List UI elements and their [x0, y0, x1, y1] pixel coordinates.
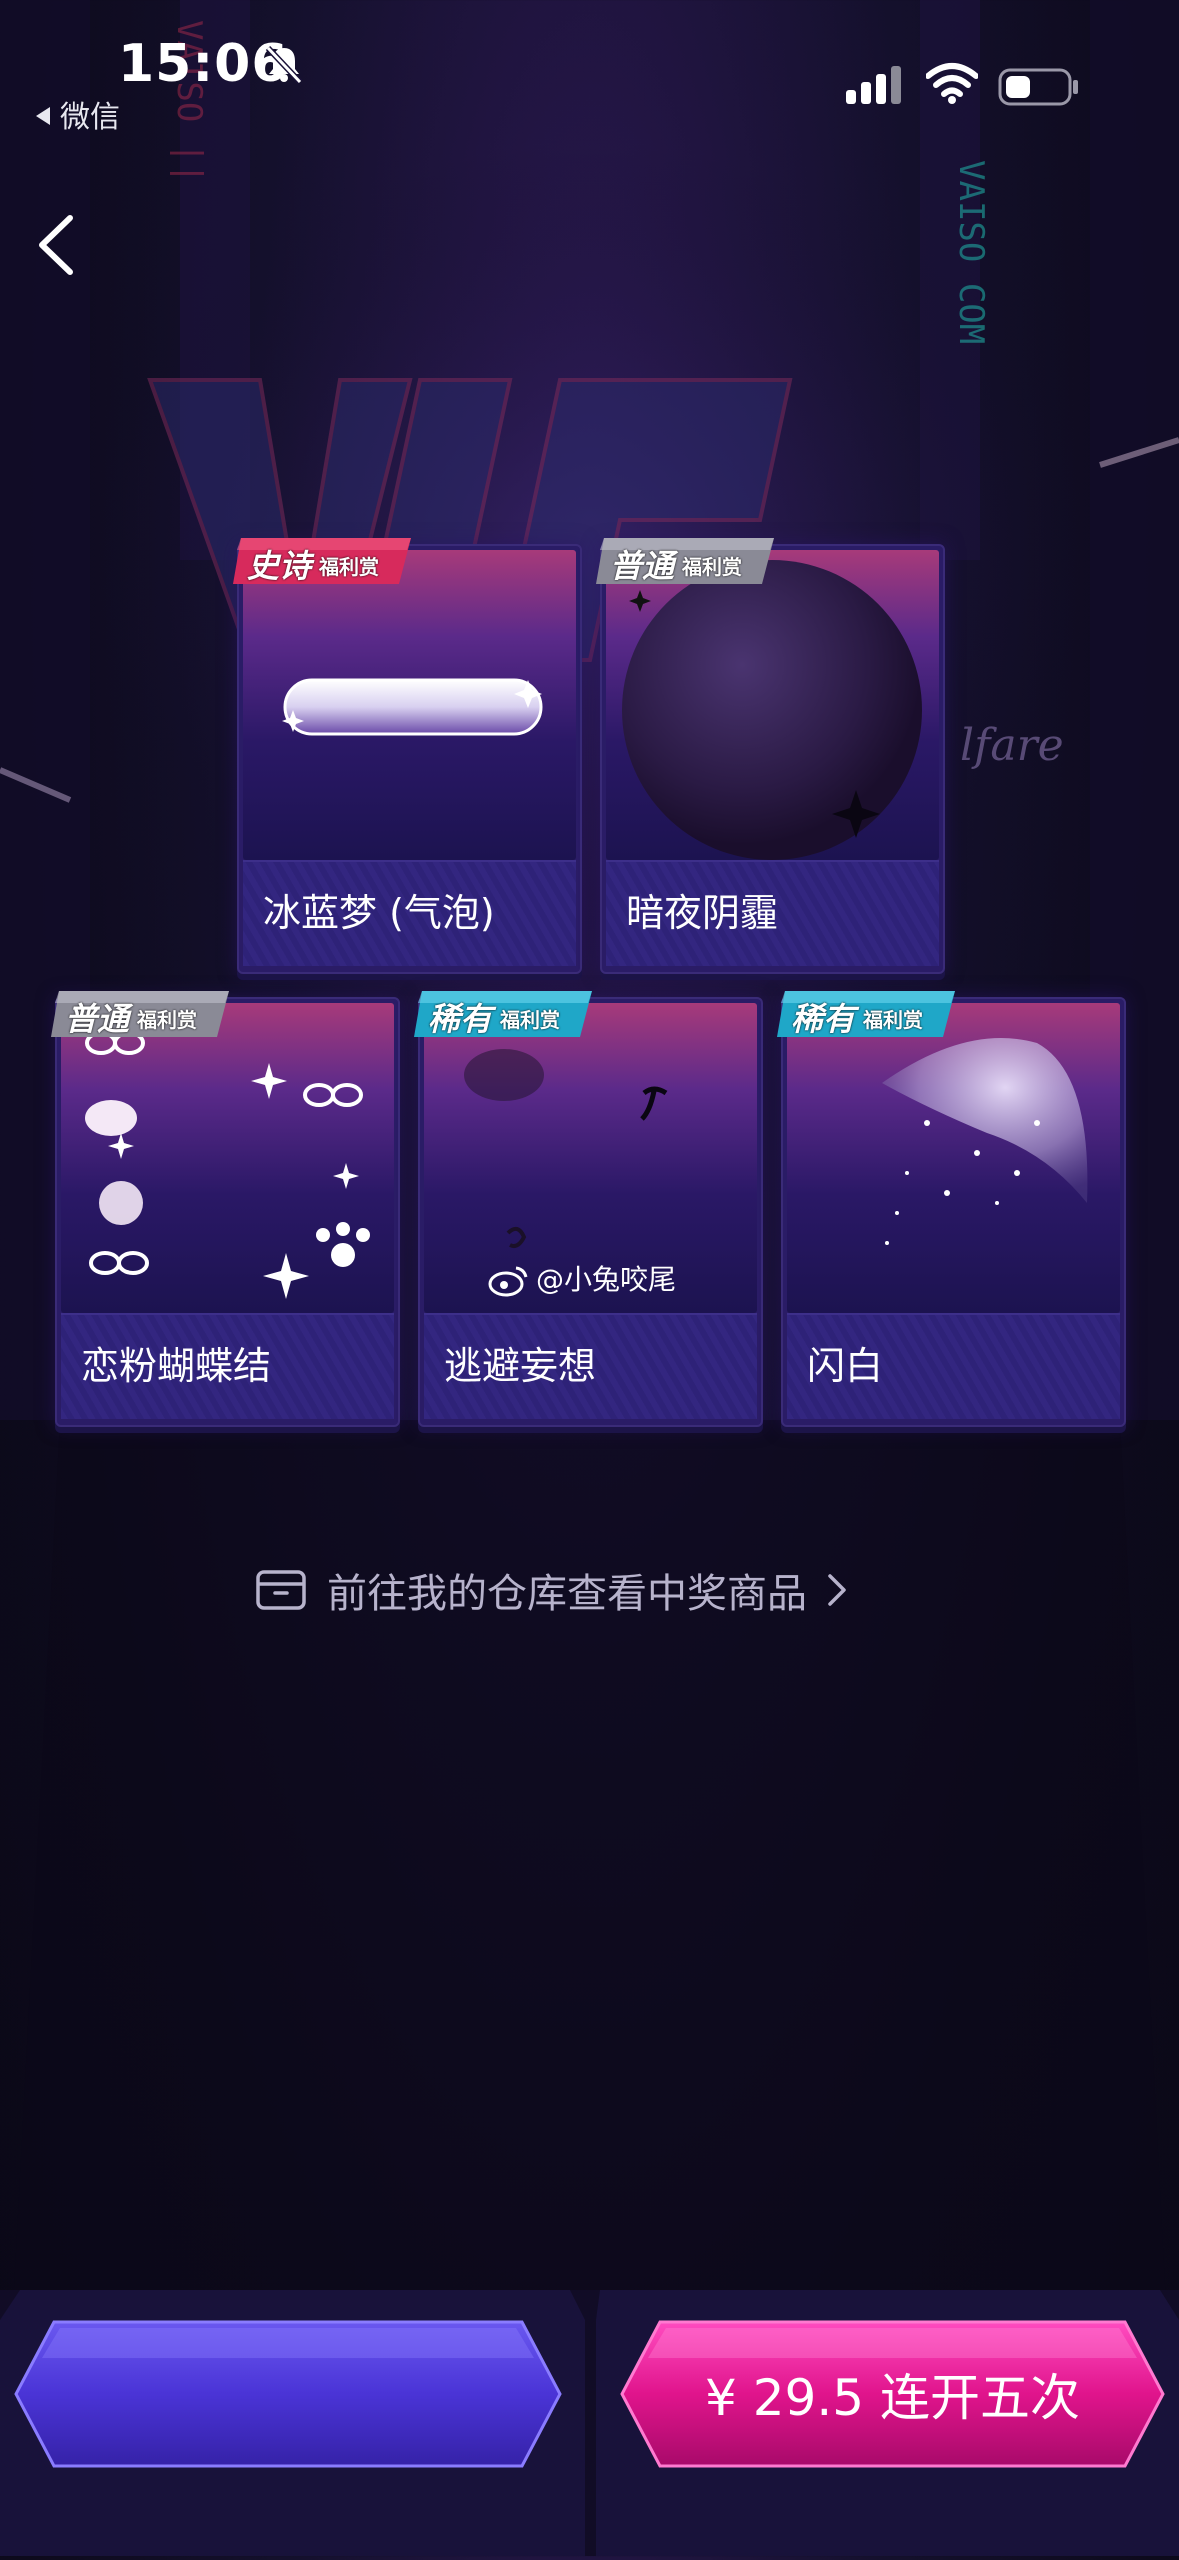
card-name-bar: 暗夜阴霾 — [606, 860, 939, 966]
prize-card[interactable]: 逃避妄想 稀有 福利赏 — [414, 991, 763, 1427]
weibo-icon — [488, 1266, 528, 1297]
warehouse-link[interactable]: 前往我的仓库查看中奖商品 — [255, 1560, 849, 1620]
prize-card[interactable]: 暗夜阴霾 普通 福利赏 — [596, 538, 945, 974]
draw-once-label — [14, 2318, 562, 2470]
box-icon — [256, 1570, 306, 1610]
wifi-icon — [926, 63, 978, 104]
prize-name: 恋粉蝴蝶结 — [81, 1344, 272, 1388]
watermark-label: @小兔咬尾 — [536, 1263, 677, 1296]
prize-card[interactable]: 闪白 稀有 福利赏 — [777, 991, 1126, 1427]
prize-card[interactable]: 冰蓝梦 (气泡) 史诗 福利赏 — [233, 538, 582, 974]
svg-text:VAISO COM: VAISO COM — [951, 160, 991, 344]
prize-name: 闪白 — [807, 1344, 884, 1388]
back-to-app-link[interactable]: 微信 — [36, 92, 120, 136]
prize-name: 逃避妄想 — [444, 1344, 597, 1388]
badge-rarity-text: 普通 — [65, 1000, 130, 1038]
prize-image-flash-white — [787, 1003, 1120, 1313]
rarity-badge-common: 普通 福利赏 — [596, 538, 774, 585]
rarity-badge-rare: 稀有 福利赏 — [414, 991, 592, 1038]
draw-once-button[interactable] — [14, 2318, 562, 2470]
card-name-bar: 冰蓝梦 (气泡) — [243, 860, 576, 966]
back-chevron-icon[interactable] — [30, 210, 90, 280]
prize-image-dark-sphere — [606, 550, 939, 860]
badge-type-text: 福利赏 — [500, 1008, 560, 1032]
status-bar: 15:06 微信 — [0, 0, 1179, 140]
badge-rarity-text: 稀有 — [428, 1000, 493, 1038]
badge-type-text: 福利赏 — [137, 1008, 197, 1032]
rarity-badge-common: 普通 福利赏 — [51, 991, 229, 1038]
chevron-right-icon — [828, 1574, 846, 1606]
prize-card[interactable]: 恋粉蝴蝶结 普通 福利赏 — [51, 991, 400, 1427]
warehouse-link-label: 前往我的仓库查看中奖商品 — [327, 1571, 807, 1617]
badge-rarity-text: 稀有 — [791, 1000, 856, 1038]
card-name-bar: 闪白 — [787, 1313, 1120, 1419]
prize-image-pink-bows — [61, 1003, 394, 1313]
bell-muted-icon — [265, 45, 303, 85]
battery-icon — [998, 68, 1078, 106]
prize-name: 暗夜阴霾 — [626, 891, 779, 935]
draw-five-label: ¥ 29.5 连开五次 — [705, 2369, 1080, 2427]
card-name-bar: 恋粉蝴蝶结 — [61, 1313, 394, 1419]
badge-type-text: 福利赏 — [682, 555, 742, 579]
watermark-text: @小兔咬尾 — [536, 1258, 676, 1298]
back-triangle-icon — [36, 107, 50, 125]
draw-five-button[interactable]: ¥ 29.5 连开五次 — [620, 2318, 1165, 2470]
signal-icon — [846, 66, 901, 104]
rarity-badge-epic: 史诗 福利赏 — [233, 538, 411, 585]
prize-image-bubble — [243, 550, 576, 860]
svg-text:lfare: lfare — [960, 720, 1064, 771]
badge-rarity-text: 史诗 — [247, 547, 312, 585]
card-name-bar: 逃避妄想 — [424, 1313, 757, 1419]
badge-rarity-text: 普通 — [610, 547, 675, 585]
rarity-badge-rare: 稀有 福利赏 — [777, 991, 955, 1038]
prize-name: 冰蓝梦 (气泡) — [263, 891, 495, 935]
badge-type-text: 福利赏 — [863, 1008, 923, 1032]
back-app-label: 微信 — [60, 100, 120, 135]
badge-type-text: 福利赏 — [319, 555, 379, 579]
